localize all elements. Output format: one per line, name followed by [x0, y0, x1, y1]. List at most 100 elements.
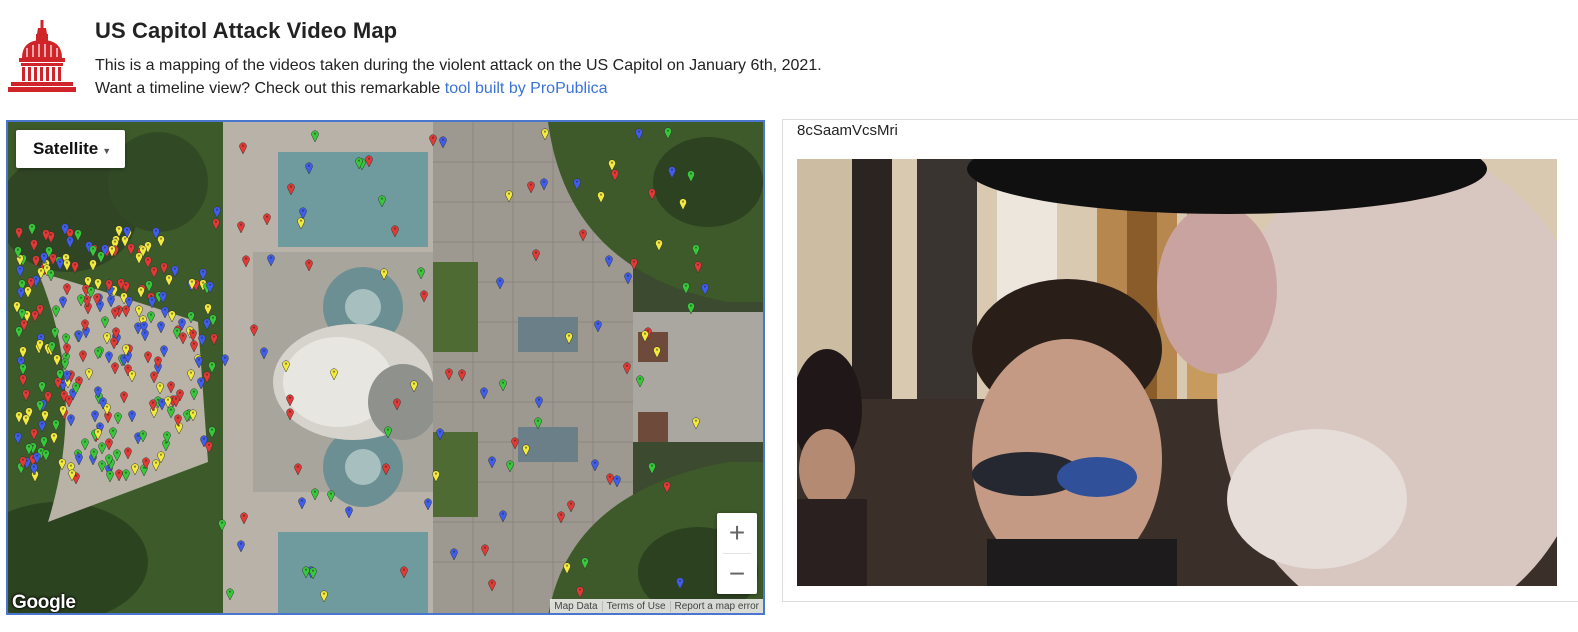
video-marker-pin[interactable]	[298, 497, 306, 509]
video-marker-pin[interactable]	[97, 251, 105, 263]
video-marker-pin[interactable]	[687, 302, 695, 314]
video-marker-pin[interactable]	[148, 296, 156, 308]
video-marker-pin[interactable]	[147, 311, 155, 323]
video-map[interactable]: Satellite ▼ + − Google Map Data Terms of…	[6, 120, 765, 615]
video-marker-pin[interactable]	[33, 452, 41, 464]
video-marker-pin[interactable]	[320, 590, 328, 602]
video-marker-pin[interactable]	[458, 369, 466, 381]
video-marker-pin[interactable]	[506, 460, 514, 472]
video-marker-pin[interactable]	[481, 544, 489, 556]
video-marker-pin[interactable]	[160, 345, 168, 357]
video-marker-pin[interactable]	[94, 428, 102, 440]
video-marker-pin[interactable]	[156, 382, 164, 394]
video-marker-pin[interactable]	[189, 329, 197, 341]
video-marker-pin[interactable]	[522, 444, 530, 456]
video-marker-pin[interactable]	[597, 191, 605, 203]
video-marker-pin[interactable]	[663, 481, 671, 493]
video-marker-pin[interactable]	[165, 274, 173, 286]
video-marker-pin[interactable]	[436, 428, 444, 440]
video-marker-pin[interactable]	[208, 426, 216, 438]
video-marker-pin[interactable]	[206, 281, 214, 293]
video-marker-pin[interactable]	[15, 227, 23, 239]
video-marker-pin[interactable]	[439, 136, 447, 148]
video-marker-pin[interactable]	[144, 351, 152, 363]
video-marker-pin[interactable]	[72, 382, 80, 394]
video-marker-pin[interactable]	[653, 346, 661, 358]
video-marker-pin[interactable]	[429, 134, 437, 146]
video-marker-pin[interactable]	[557, 511, 565, 523]
video-marker-pin[interactable]	[19, 456, 27, 468]
video-marker-pin[interactable]	[150, 371, 158, 383]
video-marker-pin[interactable]	[61, 358, 69, 370]
propublica-link[interactable]: tool built by ProPublica	[445, 80, 608, 97]
video-marker-pin[interactable]	[327, 490, 335, 502]
video-marker-pin[interactable]	[210, 333, 218, 345]
video-marker-pin[interactable]	[488, 579, 496, 591]
video-marker-pin[interactable]	[432, 470, 440, 482]
video-marker-pin[interactable]	[286, 394, 294, 406]
video-marker-pin[interactable]	[701, 283, 709, 295]
video-marker-pin[interactable]	[142, 457, 150, 469]
video-marker-pin[interactable]	[59, 296, 67, 308]
video-marker-pin[interactable]	[161, 306, 169, 318]
video-marker-pin[interactable]	[105, 279, 113, 291]
video-marker-pin[interactable]	[112, 327, 120, 339]
video-marker-pin[interactable]	[19, 346, 27, 358]
video-marker-pin[interactable]	[540, 178, 548, 190]
video-marker-pin[interactable]	[48, 341, 56, 353]
video-marker-pin[interactable]	[393, 398, 401, 410]
video-marker-pin[interactable]	[187, 311, 195, 323]
video-marker-pin[interactable]	[692, 417, 700, 429]
video-marker-pin[interactable]	[163, 431, 171, 443]
video-marker-pin[interactable]	[40, 252, 48, 264]
video-marker-pin[interactable]	[49, 253, 57, 265]
video-marker-pin[interactable]	[480, 387, 488, 399]
video-marker-pin[interactable]	[51, 327, 59, 339]
video-marker-pin[interactable]	[499, 510, 507, 522]
video-marker-pin[interactable]	[150, 266, 158, 278]
video-marker-pin[interactable]	[237, 540, 245, 552]
video-marker-pin[interactable]	[382, 463, 390, 475]
video-marker-pin[interactable]	[594, 320, 602, 332]
video-marker-pin[interactable]	[237, 221, 245, 233]
video-marker-pin[interactable]	[305, 259, 313, 271]
video-marker-pin[interactable]	[190, 340, 198, 352]
video-marker-pin[interactable]	[157, 451, 165, 463]
video-marker-pin[interactable]	[77, 294, 85, 306]
video-marker-pin[interactable]	[355, 157, 363, 169]
video-marker-pin[interactable]	[18, 308, 26, 320]
video-marker-pin[interactable]	[54, 377, 62, 389]
video-marker-pin[interactable]	[641, 330, 649, 342]
video-marker-pin[interactable]	[75, 330, 83, 342]
video-marker-pin[interactable]	[154, 356, 162, 368]
video-marker-pin[interactable]	[203, 371, 211, 383]
video-marker-pin[interactable]	[200, 435, 208, 447]
video-marker-pin[interactable]	[630, 258, 638, 270]
video-marker-pin[interactable]	[75, 453, 83, 465]
video-marker-pin[interactable]	[679, 198, 687, 210]
video-marker-pin[interactable]	[68, 469, 76, 481]
video-marker-pin[interactable]	[14, 432, 22, 444]
video-marker-pin[interactable]	[410, 380, 418, 392]
video-marker-pin[interactable]	[195, 356, 203, 368]
video-marker-pin[interactable]	[199, 268, 207, 280]
video-marker-pin[interactable]	[128, 370, 136, 382]
video-marker-pin[interactable]	[131, 463, 139, 475]
video-marker-pin[interactable]	[122, 469, 130, 481]
video-marker-pin[interactable]	[79, 350, 87, 362]
video-marker-pin[interactable]	[188, 278, 196, 290]
video-marker-pin[interactable]	[63, 283, 71, 295]
video-marker-pin[interactable]	[99, 397, 107, 409]
video-marker-pin[interactable]	[58, 458, 66, 470]
video-marker-pin[interactable]	[125, 296, 133, 308]
map-data-link[interactable]: Map Data	[550, 601, 601, 612]
zoom-out-button[interactable]: −	[717, 554, 757, 594]
video-marker-pin[interactable]	[174, 414, 182, 426]
video-marker-pin[interactable]	[294, 463, 302, 475]
video-marker-pin[interactable]	[613, 475, 621, 487]
video-marker-pin[interactable]	[22, 389, 30, 401]
video-marker-pin[interactable]	[145, 280, 153, 292]
video-marker-pin[interactable]	[40, 436, 48, 448]
video-marker-pin[interactable]	[178, 318, 186, 330]
video-marker-pin[interactable]	[302, 566, 310, 578]
